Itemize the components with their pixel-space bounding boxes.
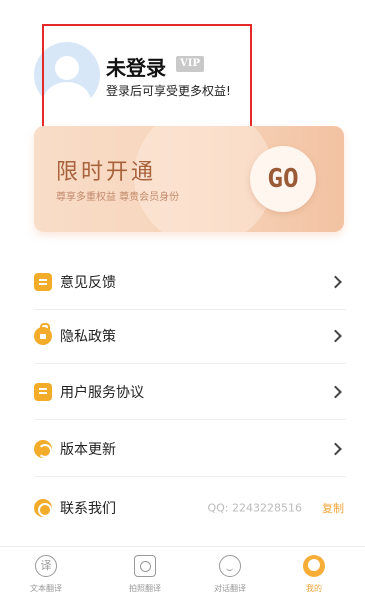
tab-photo-translate[interactable]: 拍照翻译 bbox=[115, 555, 175, 605]
chevron-right-icon bbox=[329, 275, 342, 289]
tab-label: 对话翻译 bbox=[214, 584, 246, 593]
tab-label: 文本翻译 bbox=[30, 584, 62, 593]
menu-item-label: 隐私政策 bbox=[60, 329, 116, 345]
menu-item-update[interactable]: 版本更新 bbox=[34, 421, 346, 477]
go-button[interactable]: GO bbox=[250, 146, 316, 212]
translate-icon: 译 bbox=[35, 555, 57, 577]
tab-label: 我的 bbox=[306, 584, 322, 593]
contact-headset-icon bbox=[34, 499, 52, 517]
chevron-right-icon bbox=[329, 385, 342, 399]
profile-icon bbox=[303, 555, 325, 577]
profile-header[interactable]: 未登录 VIP 登录后可享受更多权益! bbox=[0, 0, 365, 130]
divider bbox=[34, 419, 346, 420]
divider bbox=[34, 476, 346, 477]
copy-button[interactable]: 复制 bbox=[322, 500, 344, 516]
tab-label: 拍照翻译 bbox=[129, 584, 161, 593]
menu-item-label: 联系我们 bbox=[60, 501, 116, 517]
privacy-lock-icon bbox=[34, 323, 52, 345]
feedback-icon bbox=[34, 273, 52, 291]
highlight-box bbox=[42, 24, 252, 128]
vip-promo-card[interactable]: 限时开通 尊享多重权益 尊贵会员身份 GO bbox=[34, 126, 344, 232]
chevron-right-icon bbox=[329, 329, 342, 343]
bottom-tab-bar: 译 文本翻译 拍照翻译 对话翻译 我的 bbox=[0, 546, 365, 610]
chevron-right-icon bbox=[329, 442, 342, 456]
menu-item-label: 意见反馈 bbox=[60, 275, 116, 291]
tab-text-translate[interactable]: 译 文本翻译 bbox=[16, 555, 76, 605]
dialog-icon bbox=[219, 555, 241, 577]
menu-item-label: 用户服务协议 bbox=[60, 385, 144, 401]
camera-icon bbox=[134, 555, 156, 577]
menu-item-label: 版本更新 bbox=[60, 442, 116, 458]
tab-dialog-translate[interactable]: 对话翻译 bbox=[200, 555, 260, 605]
menu-item-contact[interactable]: 联系我们 QQ: 2243228516 复制 bbox=[34, 480, 346, 536]
promo-title: 限时开通 bbox=[56, 160, 157, 185]
update-refresh-icon bbox=[34, 440, 52, 458]
promo-subtitle: 尊享多重权益 尊贵会员身份 bbox=[56, 192, 180, 203]
menu-item-privacy[interactable]: 隐私政策 bbox=[34, 308, 346, 364]
menu-item-agreement[interactable]: 用户服务协议 bbox=[34, 364, 346, 420]
contact-qq-number: QQ: 2243228516 bbox=[207, 501, 302, 515]
agreement-doc-icon bbox=[34, 383, 52, 401]
tab-mine[interactable]: 我的 bbox=[284, 555, 344, 605]
menu-item-feedback[interactable]: 意见反馈 bbox=[34, 254, 346, 310]
